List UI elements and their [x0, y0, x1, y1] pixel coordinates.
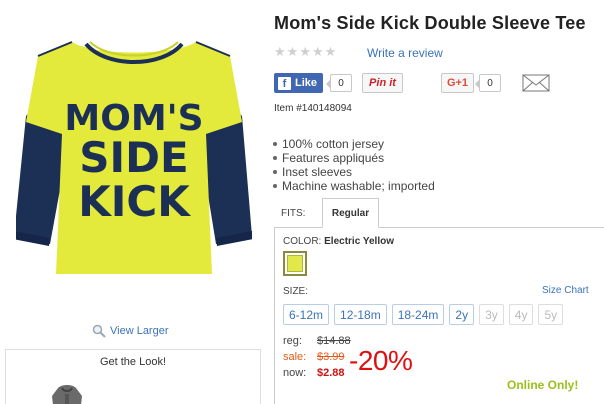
swatch-fill [287, 255, 303, 272]
facebook-like-button[interactable]: f Like [274, 73, 323, 93]
view-larger-link[interactable]: View Larger [92, 324, 169, 338]
reg-price-label: reg: [283, 335, 302, 347]
feature-item: Features appliqués [273, 151, 435, 165]
facebook-icon: f [278, 76, 291, 90]
size-option-2y[interactable]: 2y [449, 304, 475, 325]
star-icon: ★ [274, 44, 286, 59]
sale-price-label: sale: [283, 351, 307, 363]
size-option-18-24m[interactable]: 18-24m [391, 304, 445, 325]
envelope-icon[interactable] [522, 74, 550, 92]
size-option-4y: 4y [508, 304, 534, 325]
facebook-like-count: 0 [326, 74, 352, 92]
item-number: Item #140148094 [274, 103, 352, 114]
star-icon: ★ [299, 44, 311, 59]
discount-badge: -20% [349, 345, 413, 376]
feature-list: 100% cotton jersey Features appliqués In… [273, 137, 435, 193]
sale-price: $3.99 [317, 351, 345, 363]
size-chart-link[interactable]: Size Chart [542, 285, 589, 296]
graphic-line-3: KICK [78, 177, 191, 226]
size-options: 6-12m 12-18m 18-24m 2y 3y 4y 5y [283, 304, 564, 325]
star-icon: ★ [311, 44, 324, 59]
pinterest-pin-button[interactable]: Pin it [362, 73, 403, 93]
feature-item: 100% cotton jersey [273, 137, 435, 151]
size-option-6-12m[interactable]: 6-12m [283, 304, 330, 325]
view-larger-label: View Larger [110, 325, 169, 337]
google-plus-button[interactable]: G+1 [441, 73, 474, 93]
color-swatch-electric-yellow[interactable] [283, 251, 307, 276]
reg-price: $14.88 [317, 335, 351, 347]
now-price-label: now: [283, 367, 307, 379]
size-option-3y: 3y [479, 304, 504, 325]
get-the-look-title: Get the Look! [99, 356, 167, 368]
google-plus-count: 0 [475, 74, 501, 92]
size-option-5y: 5y [538, 304, 564, 325]
color-label: COLOR: Electric Yellow [283, 236, 394, 247]
rating-stars[interactable]: ★ ★ ★ ★ ★ [274, 44, 336, 60]
magnifier-icon [92, 324, 106, 338]
star-icon: ★ [324, 44, 337, 59]
star-icon: ★ [286, 44, 299, 59]
facebook-like-label: Like [295, 77, 318, 89]
fits-label: FITS: [281, 208, 306, 219]
get-the-look-panel: Get the Look! [5, 349, 261, 404]
selected-color-name: Electric Yellow [324, 236, 394, 247]
feature-item: Inset sleeves [273, 165, 435, 179]
write-review-link[interactable]: Write a review [367, 46, 443, 60]
size-label: SIZE: [283, 286, 309, 297]
size-option-12-18m[interactable]: 12-18m [334, 304, 387, 325]
now-price: $2.88 [317, 367, 345, 379]
product-image[interactable]: MOM'S SIDE KICK [16, 26, 252, 288]
product-title: Mom's Side Kick Double Sleeve Tee [274, 13, 586, 33]
look-item-thumbnail[interactable] [50, 384, 84, 404]
product-options-panel: COLOR: Electric Yellow SIZE: Size Chart … [274, 227, 604, 404]
price-values: $14.88 $3.99 $2.88 [317, 333, 351, 381]
graphic-line-2: SIDE [79, 133, 188, 182]
price-labels: reg: sale: now: [283, 333, 306, 381]
fit-tab-regular[interactable]: Regular [322, 198, 379, 228]
online-only-badge: Online Only! [507, 378, 579, 392]
feature-item: Machine washable; imported [273, 179, 435, 193]
